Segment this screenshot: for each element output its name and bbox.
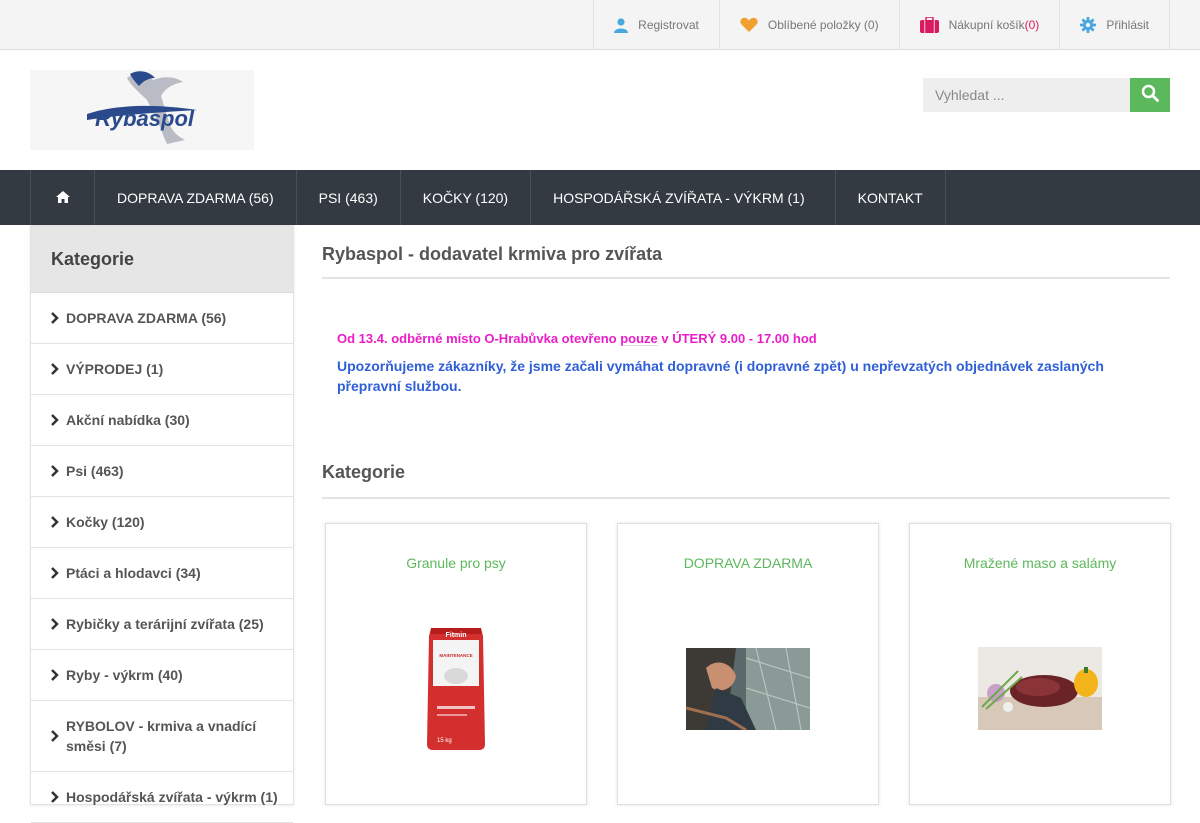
free-shipping-image[interactable]	[685, 647, 811, 735]
chevron-right-icon	[50, 414, 66, 426]
search-icon	[1141, 84, 1159, 107]
nav-hospodarska-zvirata[interactable]: HOSPODÁŘSKÁ ZVÍŘATA - VÝKRM (1)	[530, 170, 835, 225]
sidebar-item-label: Ryby - výkrm (40)	[66, 667, 183, 683]
sidebar-item[interactable]: VÝPRODEJ (1)	[31, 344, 293, 395]
notice-text-highlight: pouze	[620, 331, 658, 346]
chevron-right-icon	[50, 730, 66, 742]
chevron-right-icon	[50, 669, 66, 681]
home-icon	[55, 190, 70, 206]
page-title: Rybaspol - dodavatel krmiva pro zvířata	[322, 244, 1170, 279]
top-bar: Registrovat Oblíbené položky (0) Nákupní…	[0, 0, 1200, 50]
rybaspol-logo: Rybaspol	[87, 71, 197, 144]
gear-icon	[1080, 17, 1097, 33]
category-sidebar: Kategorie DOPRAVA ZDARMA (56) VÝPRODEJ (…	[30, 225, 294, 823]
sidebar-item[interactable]: Psi (463)	[31, 446, 293, 497]
sidebar-item-label: Hospodářská zvířata - výkrm (1)	[66, 789, 278, 805]
user-icon	[614, 17, 629, 33]
search-bar	[923, 78, 1170, 112]
sidebar-item-label: Ptáci a hlodavci (34)	[66, 565, 201, 581]
sidebar-item[interactable]: Ryby - výkrm (40)	[31, 650, 293, 701]
nav-psi[interactable]: PSI (463)	[295, 170, 400, 225]
sidebar-item-label: Kočky (120)	[66, 514, 145, 530]
favorites-label: Oblíbené položky (0)	[767, 18, 879, 32]
sidebar-item[interactable]: Rybičky a terárijní zvířata (25)	[31, 599, 293, 650]
main-content: Rybaspol - dodavatel krmiva pro zvířata …	[322, 225, 1171, 823]
shipping-notice: Upozorňujeme zákazníky, že jsme začali v…	[337, 358, 1104, 394]
cart-link[interactable]: Nákupní košík (0)	[898, 0, 1060, 50]
sidebar-item[interactable]: DOPRAVA ZDARMA (56)	[31, 293, 293, 344]
section-title: Kategorie	[322, 462, 1170, 499]
shopping-bag-icon	[919, 17, 939, 33]
login-label: Přihlásit	[1106, 18, 1149, 32]
nav-kontakt[interactable]: KONTAKT	[834, 170, 946, 225]
cart-label: Nákupní košík	[948, 18, 1025, 32]
category-card[interactable]: Granule pro psy Fitmin MAINTENANCE 15 kg	[325, 523, 587, 805]
sidebar-item[interactable]: Akční nabídka (30)	[31, 395, 293, 446]
sidebar-item-label: Akční nabídka (30)	[66, 412, 190, 428]
sidebar-item[interactable]: Hospodářská zvířata - výkrm (1)	[31, 772, 293, 823]
chevron-right-icon	[50, 465, 66, 477]
site-logo[interactable]: Rybaspol	[30, 70, 254, 150]
top-links: Registrovat Oblíbené položky (0) Nákupní…	[593, 0, 1170, 50]
search-input[interactable]	[923, 78, 1130, 112]
svg-text:MAINTENANCE: MAINTENANCE	[439, 653, 472, 658]
main-nav: DOPRAVA ZDARMA (56) PSI (463) KOČKY (120…	[0, 170, 1200, 225]
sidebar-item-label: RYBOLOV - krmiva a vnadící směsi (7)	[66, 718, 257, 754]
sidebar-item[interactable]: Ptáci a hlodavci (34)	[31, 548, 293, 599]
nav-home[interactable]	[30, 170, 94, 225]
nav-kocky[interactable]: KOČKY (120)	[399, 170, 530, 225]
chevron-right-icon	[50, 618, 66, 630]
nav-doprava-zdarma[interactable]: DOPRAVA ZDARMA (56)	[94, 170, 296, 225]
dog-food-bag-image[interactable]: Fitmin MAINTENANCE 15 kg	[425, 624, 487, 757]
chevron-right-icon	[50, 791, 66, 803]
sidebar-item-label: Psi (463)	[66, 463, 124, 479]
sidebar-item-label: Rybičky a terárijní zvířata (25)	[66, 616, 264, 632]
chevron-right-icon	[50, 363, 66, 375]
sidebar-item[interactable]: Kočky (120)	[31, 497, 293, 548]
svg-text:Fitmin: Fitmin	[446, 632, 467, 639]
chevron-right-icon	[50, 312, 66, 324]
chevron-right-icon	[50, 567, 66, 579]
opening-hours-notice: Od 13.4. odběrné místo O-Hrabůvka otevře…	[337, 331, 1155, 346]
sidebar-title: Kategorie	[31, 226, 293, 293]
category-card[interactable]: DOPRAVA ZDARMA	[617, 523, 879, 805]
svg-text:Rybaspol: Rybaspol	[95, 106, 195, 131]
chevron-right-icon	[50, 516, 66, 528]
card-title[interactable]: Mražené maso a salámy	[910, 555, 1170, 571]
sidebar-item-label: VÝPRODEJ (1)	[66, 361, 164, 377]
notice-text-end: v ÚTERÝ 9.00 - 17.00 hod	[657, 331, 817, 346]
sidebar-item[interactable]: RYBOLOV - krmiva a vnadící směsi (7)	[31, 701, 293, 772]
svg-text:15 kg: 15 kg	[437, 738, 452, 744]
heart-icon	[740, 17, 758, 33]
cart-count: (0)	[1024, 18, 1040, 32]
card-title[interactable]: Granule pro psy	[326, 555, 586, 571]
favorites-link[interactable]: Oblíbené položky (0)	[718, 0, 899, 50]
sidebar-item-label: DOPRAVA ZDARMA (56)	[66, 310, 227, 326]
search-button[interactable]	[1130, 78, 1170, 112]
category-cards: Granule pro psy Fitmin MAINTENANCE 15 kg…	[322, 523, 1171, 823]
register-label: Registrovat	[638, 18, 699, 32]
category-card[interactable]: Mražené maso a salámy	[909, 523, 1171, 805]
frozen-meat-image[interactable]	[978, 647, 1102, 735]
login-link[interactable]: Přihlásit	[1059, 0, 1170, 50]
notice-text-start: Od 13.4. odběrné místo O-Hrabůvka otevře…	[337, 331, 621, 346]
card-title[interactable]: DOPRAVA ZDARMA	[618, 555, 878, 571]
register-link[interactable]: Registrovat	[593, 0, 719, 50]
